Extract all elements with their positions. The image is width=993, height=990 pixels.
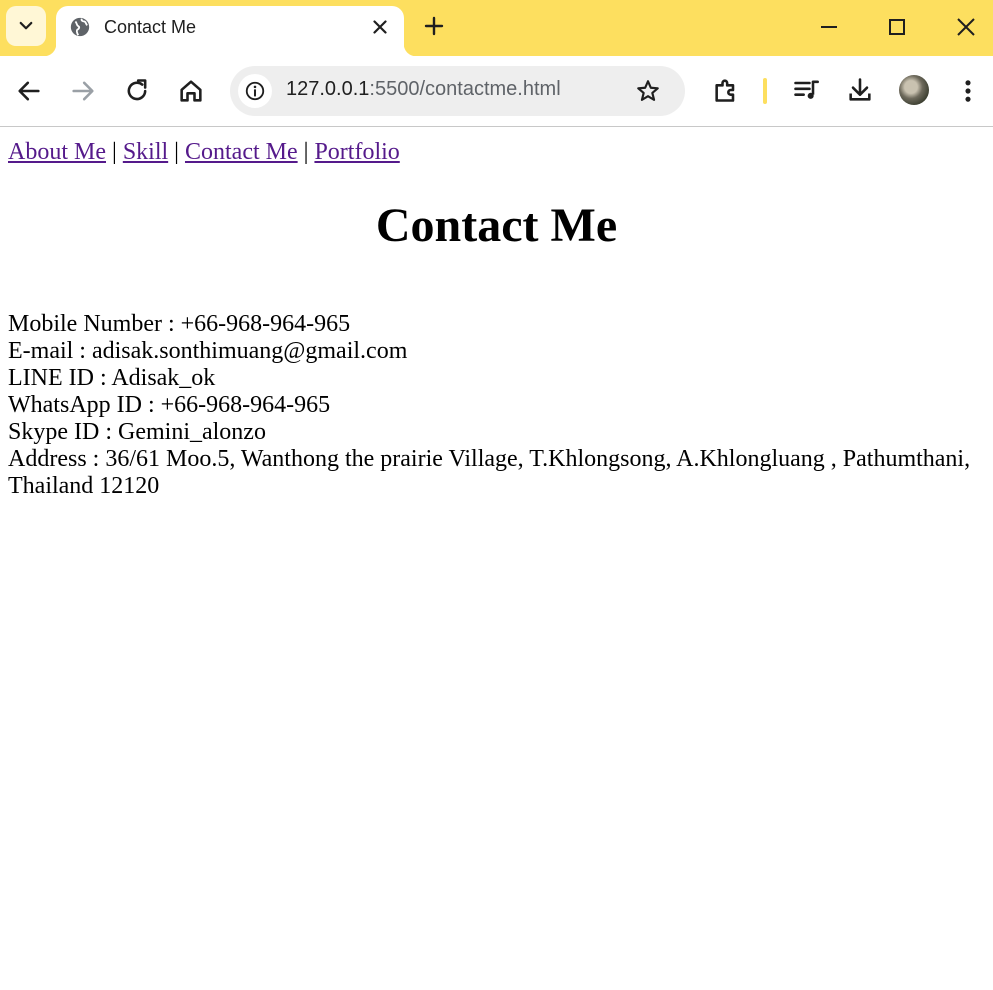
site-nav: About Me | Skill | Contact Me | Portfoli… <box>8 139 400 166</box>
contact-skype: Skype ID : Gemini_alonzo <box>8 419 266 445</box>
star-icon[interactable] <box>635 78 661 104</box>
tab-title: Contact Me <box>104 17 197 37</box>
contact-whatsapp: WhatsApp ID : +66-968-964-965 <box>8 392 331 418</box>
toolbar-divider <box>763 78 767 104</box>
close-icon[interactable] <box>369 16 391 38</box>
url-host: 127.0.0.1 <box>286 78 370 100</box>
active-tab[interactable]: Contact Me <box>44 6 416 56</box>
maximize-icon[interactable] <box>884 14 910 40</box>
site-info-button[interactable] <box>238 74 272 108</box>
reload-icon[interactable] <box>123 77 151 105</box>
nav-link-skill[interactable]: Skill <box>123 139 168 165</box>
profile-avatar[interactable] <box>899 75 929 105</box>
url-text[interactable]: 127.0.0.1:5500/contactme.html <box>286 78 561 101</box>
url-path: :5500/contactme.html <box>369 78 561 100</box>
globe-icon <box>70 17 90 37</box>
nav-separator: | <box>106 139 123 165</box>
minimize-icon[interactable] <box>816 14 842 40</box>
nav-separator: | <box>168 139 185 165</box>
window-close-icon[interactable] <box>953 14 979 40</box>
page-content: About Me | Skill | Contact Me | Portfoli… <box>0 127 993 990</box>
browser-toolbar: 127.0.0.1:5500/contactme.html <box>0 56 993 127</box>
contact-email: E-mail : adisak.sonthimuang@gmail.com <box>8 338 408 364</box>
contact-info: Mobile Number : +66-968-964-965 E-mail :… <box>8 311 983 500</box>
extensions-icon[interactable] <box>712 76 740 104</box>
nav-link-about-me[interactable]: About Me <box>8 139 106 165</box>
media-queue-icon[interactable] <box>792 76 820 104</box>
tab-strip: Contact Me <box>0 0 993 56</box>
chevron-down-icon <box>19 21 33 30</box>
nav-link-portfolio[interactable]: Portfolio <box>314 139 399 165</box>
tab-search-button[interactable] <box>6 6 46 46</box>
site-info-icon <box>245 81 265 101</box>
more-menu-icon[interactable] <box>954 77 982 105</box>
page-title: Contact Me <box>375 199 618 252</box>
contact-address: Address : 36/61 Moo.5, Wanthong the prai… <box>8 446 971 499</box>
nav-separator: | <box>297 139 315 165</box>
contact-mobile: Mobile Number : +66-968-964-965 <box>8 311 351 337</box>
home-icon[interactable] <box>177 77 205 105</box>
address-bar[interactable]: 127.0.0.1:5500/contactme.html <box>230 66 685 116</box>
plus-icon[interactable] <box>422 14 446 38</box>
back-arrow-icon[interactable] <box>15 77 43 105</box>
nav-link-contact-me[interactable]: Contact Me <box>185 139 298 165</box>
forward-arrow-icon[interactable] <box>69 77 97 105</box>
download-icon[interactable] <box>846 76 874 104</box>
contact-line-id: LINE ID : Adisak_ok <box>8 365 216 391</box>
